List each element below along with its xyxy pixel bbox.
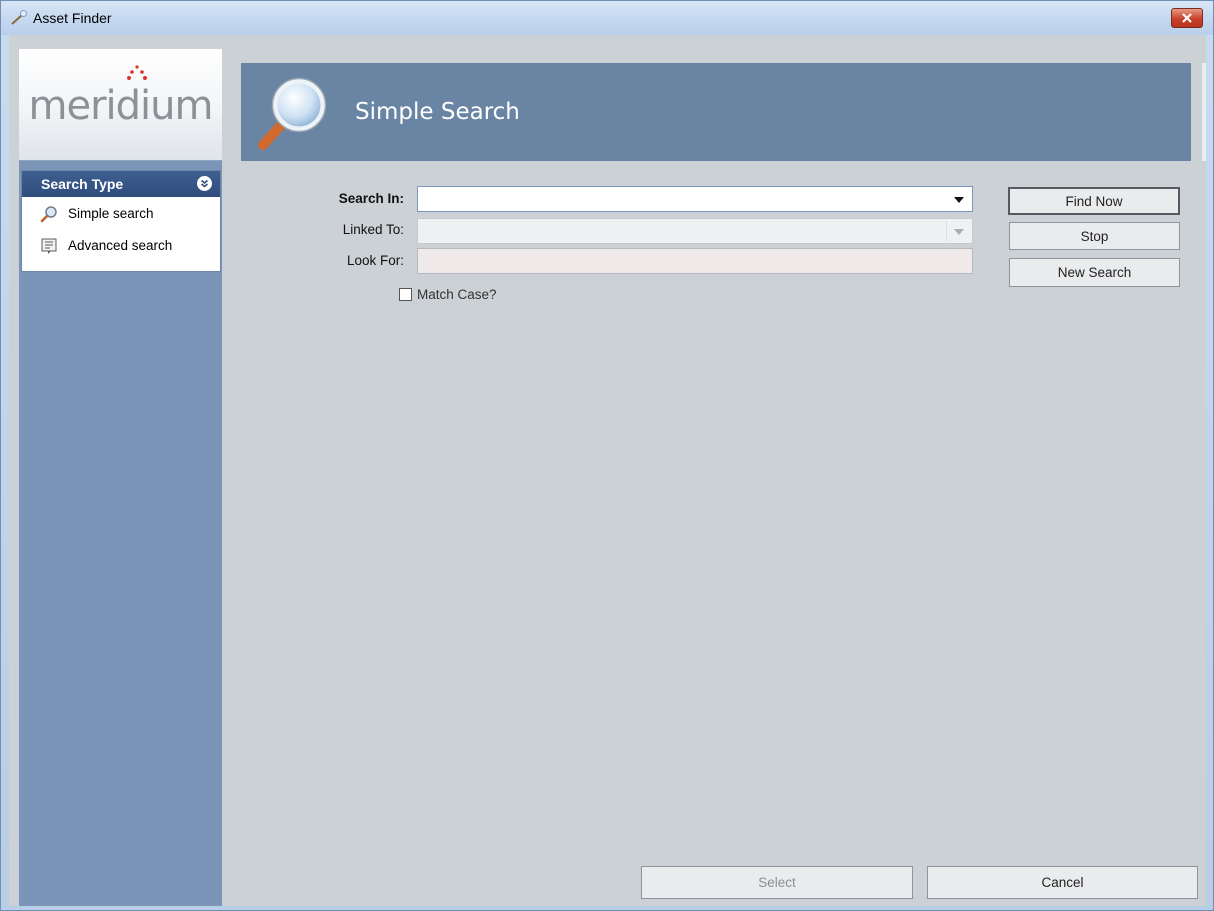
linked-to-dropdown[interactable]	[417, 218, 973, 244]
sidebar-item-advanced-search[interactable]: Advanced search	[22, 229, 220, 261]
dropdown-separator	[946, 221, 947, 241]
sidebar-item-label: Simple search	[68, 205, 154, 221]
sidebar-item-simple-search[interactable]: Simple search	[22, 197, 220, 229]
look-for-input[interactable]	[417, 248, 973, 274]
dropdown-arrow-icon[interactable]	[954, 229, 964, 235]
linked-to-label: Linked To:	[342, 222, 404, 237]
match-case-checkbox[interactable]	[399, 288, 412, 301]
close-icon	[1182, 13, 1192, 23]
asset-finder-window: Asset Finder meridium Search Type Simple…	[0, 0, 1214, 911]
collapse-chevron-icon[interactable]	[197, 176, 212, 191]
new-search-button[interactable]: New Search	[1009, 258, 1180, 287]
wand-icon	[11, 10, 27, 25]
header-banner: Simple Search	[241, 63, 1191, 161]
window-title: Asset Finder	[33, 10, 112, 26]
large-magnifier-icon	[258, 77, 327, 150]
stop-button[interactable]: Stop	[1009, 222, 1180, 250]
select-button[interactable]: Select	[641, 866, 913, 899]
advanced-search-icon	[41, 238, 57, 254]
meridium-logo: meridium	[28, 83, 214, 129]
dialog-client-area: meridium Search Type Simple search Advan…	[9, 35, 1206, 906]
search-type-panel-header[interactable]: Search Type	[22, 171, 220, 197]
match-case-label: Match Case?	[417, 287, 497, 302]
scroll-edge	[1202, 63, 1206, 161]
dropdown-arrow-icon[interactable]	[954, 197, 964, 203]
search-type-panel-title: Search Type	[41, 176, 124, 192]
close-button[interactable]	[1171, 8, 1203, 28]
title-bar[interactable]: Asset Finder	[1, 1, 1213, 35]
cancel-button[interactable]: Cancel	[927, 866, 1198, 899]
sidebar-item-label: Advanced search	[68, 237, 173, 253]
look-for-label: Look For:	[346, 253, 404, 268]
logo-dots-icon	[127, 65, 147, 80]
search-type-panel: Search Type Simple search Advanced searc…	[21, 170, 221, 272]
logo-area: meridium	[19, 49, 222, 161]
page-title: Simple Search	[355, 99, 520, 125]
find-now-button[interactable]: Find Now	[1008, 187, 1180, 215]
magnifier-icon	[40, 206, 57, 223]
search-in-label: Search In:	[338, 191, 404, 206]
search-in-dropdown[interactable]	[417, 186, 973, 212]
match-case-option[interactable]: Match Case?	[399, 287, 497, 302]
